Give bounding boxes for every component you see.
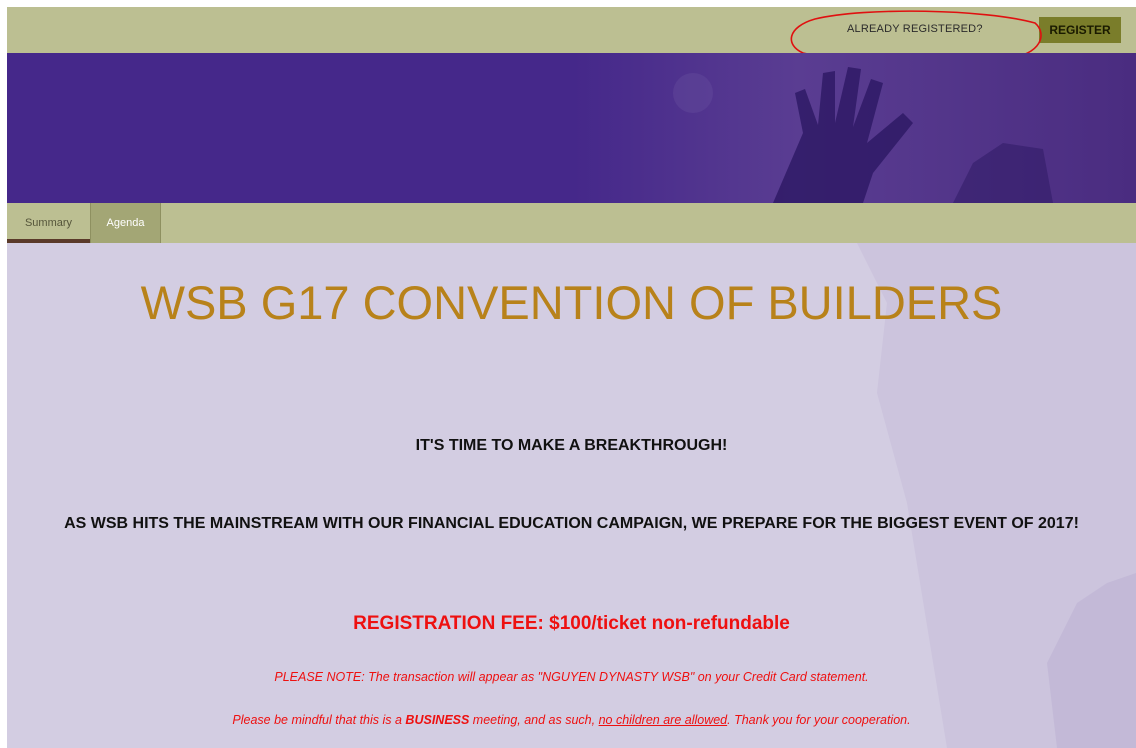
conduct-text-3: . Thank you for your cooperation. (727, 713, 911, 727)
already-registered-link[interactable]: ALREADY REGISTERED? (847, 23, 983, 35)
conduct-notice: Please be mindful that this is a BUSINES… (7, 713, 1136, 727)
event-subheadline: AS WSB HITS THE MAINSTREAM WITH OUR FINA… (64, 515, 1079, 532)
conduct-text-1: Please be mindful that this is a (232, 713, 406, 727)
tab-agenda[interactable]: Agenda (90, 203, 161, 243)
conduct-emphasis: BUSINESS (405, 713, 470, 727)
payment-note: PLEASE NOTE: The transaction will appear… (274, 670, 869, 684)
register-button[interactable]: REGISTER (1039, 17, 1121, 43)
registration-fee: REGISTRATION FEE: $100/ticket non-refund… (353, 613, 790, 634)
tab-summary[interactable]: Summary (7, 203, 90, 243)
top-bar: ALREADY REGISTERED? REGISTER (7, 7, 1136, 63)
page-frame: ALREADY REGISTERED? REGISTER Summary Age… (7, 7, 1136, 748)
event-banner (7, 53, 1136, 203)
hand-photo-graphic (573, 53, 1136, 203)
tab-bar: Summary Agenda (7, 203, 1136, 243)
event-headline: IT'S TIME TO MAKE A BREAKTHROUGH! (415, 437, 728, 454)
conduct-text-2: meeting, and as such, (469, 713, 599, 727)
event-content: WSB G17 CONVENTION OF BUILDERS IT'S TIME… (7, 243, 1136, 748)
conduct-underlined: no children are allowed (598, 713, 728, 727)
event-title: WSB G17 CONVENTION OF BUILDERS (140, 276, 1003, 329)
